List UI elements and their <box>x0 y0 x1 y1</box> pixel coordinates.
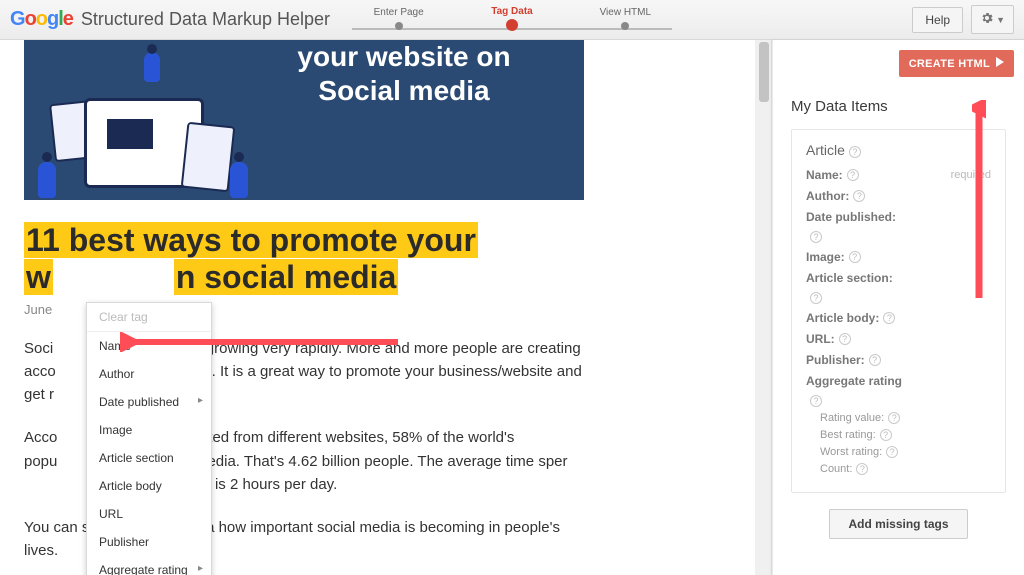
data-items-panel: CREATE HTML My Data Items Article? Name:… <box>772 40 1024 575</box>
hero-banner: your website on Social media <box>24 40 584 200</box>
google-logo: Google <box>10 8 73 31</box>
help-icon[interactable]: ? <box>849 146 861 158</box>
annotation-arrow-up <box>972 100 986 300</box>
help-icon[interactable]: ? <box>810 395 822 407</box>
chevron-right-icon <box>996 57 1004 70</box>
step-label: Tag Data <box>491 6 533 17</box>
add-missing-tags-button[interactable]: Add missing tags <box>829 509 967 539</box>
step-tag-data[interactable]: Tag Data <box>455 6 568 31</box>
help-icon[interactable]: ? <box>883 312 895 324</box>
field-article-section[interactable]: Article section: <box>806 271 991 285</box>
help-icon[interactable]: ? <box>849 251 861 263</box>
field-worst-rating[interactable]: Worst rating:? <box>820 446 991 458</box>
ctx-date-published[interactable]: Date published <box>87 388 211 416</box>
ctx-image[interactable]: Image <box>87 416 211 444</box>
help-icon[interactable]: ? <box>839 333 851 345</box>
schema-type: Article? <box>806 142 991 158</box>
article-title[interactable]: 11 best ways to promote your website on … <box>24 222 564 296</box>
hero-text: your website on Social media <box>254 40 554 107</box>
step-enter-page[interactable]: Enter Page <box>342 7 455 30</box>
ctx-publisher[interactable]: Publisher <box>87 528 211 556</box>
ctx-article-body[interactable]: Article body <box>87 472 211 500</box>
app-title: Structured Data Markup Helper <box>81 9 330 30</box>
settings-button[interactable]: ▼ <box>971 5 1014 34</box>
ctx-author[interactable]: Author <box>87 360 211 388</box>
hero-illustration <box>34 50 254 200</box>
scrollbar-track[interactable] <box>755 40 771 575</box>
help-icon[interactable]: ? <box>853 190 865 202</box>
page-preview[interactable]: your website on Social media 11 best way… <box>0 40 772 575</box>
field-name[interactable]: Name:? required <box>806 168 991 182</box>
chevron-down-icon: ▼ <box>996 15 1005 25</box>
help-icon[interactable]: ? <box>888 412 900 424</box>
field-best-rating[interactable]: Best rating:? <box>820 429 991 441</box>
help-icon[interactable]: ? <box>847 169 859 181</box>
ctx-article-section[interactable]: Article section <box>87 444 211 472</box>
help-button[interactable]: Help <box>912 7 963 33</box>
gear-icon <box>980 11 994 28</box>
help-icon[interactable]: ? <box>810 292 822 304</box>
help-icon[interactable]: ? <box>880 429 892 441</box>
step-label: View HTML <box>600 7 652 18</box>
help-icon[interactable]: ? <box>869 354 881 366</box>
field-count[interactable]: Count:? <box>820 463 991 475</box>
field-publisher[interactable]: Publisher:? <box>806 353 991 367</box>
field-aggregate-rating[interactable]: Aggregate rating <box>806 374 991 388</box>
create-html-button[interactable]: CREATE HTML <box>899 50 1014 77</box>
step-view-html[interactable]: View HTML <box>569 7 682 30</box>
ctx-clear-tag: Clear tag <box>87 303 211 331</box>
annotation-arrow-left <box>120 332 400 352</box>
ctx-aggregate-rating[interactable]: Aggregate rating <box>87 556 211 575</box>
field-date-published[interactable]: Date published: <box>806 210 991 224</box>
header-bar: Google Structured Data Markup Helper Ent… <box>0 0 1024 40</box>
create-html-label: CREATE HTML <box>909 58 990 70</box>
main-area: your website on Social media 11 best way… <box>0 40 1024 575</box>
help-icon[interactable]: ? <box>856 463 868 475</box>
field-rating-value[interactable]: Rating value:? <box>820 412 991 424</box>
step-label: Enter Page <box>374 7 424 18</box>
field-url[interactable]: URL:? <box>806 332 991 346</box>
ctx-url[interactable]: URL <box>87 500 211 528</box>
aggregate-rating-subgroup: Rating value:? Best rating:? Worst ratin… <box>820 412 991 475</box>
help-icon[interactable]: ? <box>810 231 822 243</box>
scrollbar-thumb[interactable] <box>759 42 769 102</box>
field-image[interactable]: Image:? <box>806 250 991 264</box>
field-author[interactable]: Author:? <box>806 189 991 203</box>
help-icon[interactable]: ? <box>886 446 898 458</box>
step-indicator: Enter Page Tag Data View HTML <box>342 6 682 31</box>
field-article-body[interactable]: Article body:? <box>806 311 991 325</box>
